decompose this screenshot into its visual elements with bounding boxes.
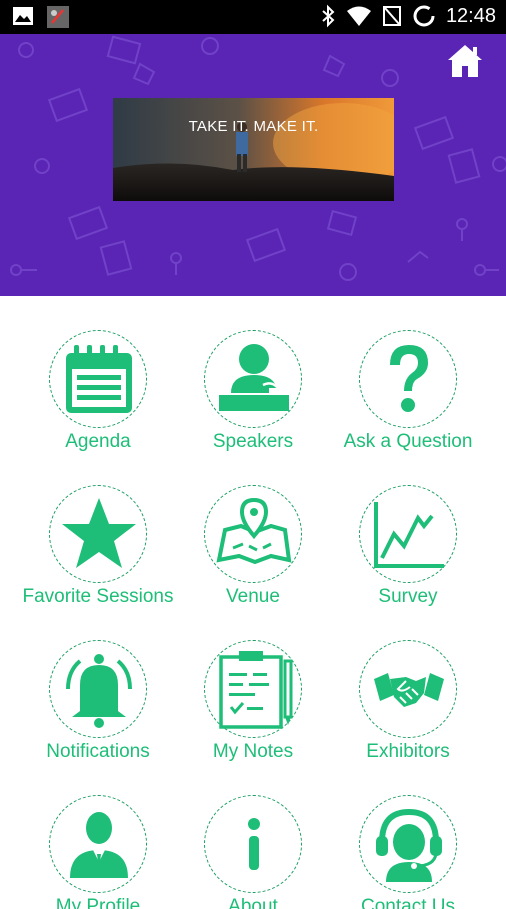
- status-time: 12:48: [445, 4, 496, 27]
- star-icon: [62, 498, 136, 568]
- banner-text: TAKE IT. MAKE IT.: [188, 118, 319, 135]
- menu-item-my-profile[interactable]: My Profile: [14, 761, 182, 909]
- banner-image: [113, 98, 394, 201]
- app-notification-icon: [47, 6, 69, 28]
- menu-item-ask-a-question[interactable]: Ask a Question: [324, 296, 492, 452]
- line-chart-icon: [374, 502, 444, 568]
- status-bar: 12:48: [0, 0, 506, 34]
- menu-item-notifications[interactable]: Notifications: [14, 606, 182, 762]
- menu-item-circle: [49, 795, 147, 893]
- menu-item-circle: [359, 640, 457, 738]
- speaker-icon: [219, 344, 289, 411]
- home-icon[interactable]: [446, 42, 484, 80]
- headset-icon: [376, 808, 442, 882]
- menu-item-survey[interactable]: Survey: [324, 451, 492, 607]
- menu-item-circle: [204, 795, 302, 893]
- loading-ring-icon: [413, 5, 435, 27]
- menu-item-label: Exhibitors: [366, 741, 450, 762]
- calendar-icon: [66, 345, 132, 413]
- menu-item-circle: [49, 330, 147, 428]
- menu-item-circle: [204, 485, 302, 583]
- menu-item-circle: [359, 485, 457, 583]
- no-signal-icon: [382, 6, 401, 26]
- menu-item-favorite-sessions[interactable]: Favorite Sessions: [14, 451, 182, 607]
- menu-item-my-notes[interactable]: My Notes: [169, 606, 337, 762]
- menu-item-exhibitors[interactable]: Exhibitors: [324, 606, 492, 762]
- menu-item-label: Ask a Question: [343, 431, 473, 452]
- menu-item-circle: [204, 330, 302, 428]
- menu-item-about[interactable]: About: [169, 761, 337, 909]
- user-icon: [70, 812, 128, 878]
- map-pin-icon: [216, 497, 292, 565]
- bluetooth-icon: [322, 4, 335, 28]
- question-icon: [390, 345, 428, 412]
- header-banner-area: TAKE IT. MAKE IT.: [0, 34, 506, 296]
- menu-item-venue[interactable]: Venue: [169, 451, 337, 607]
- menu-item-contact-us[interactable]: Contact Us: [324, 761, 492, 909]
- menu-item-circle: [359, 795, 457, 893]
- menu-item-label: Survey: [378, 586, 438, 607]
- info-icon: [248, 818, 260, 870]
- menu-item-agenda[interactable]: Agenda: [14, 296, 182, 452]
- bell-icon: [66, 654, 132, 728]
- menu-item-circle: [359, 330, 457, 428]
- menu-item-circle: [204, 640, 302, 738]
- image-icon: [13, 7, 33, 25]
- menu-item-circle: [49, 485, 147, 583]
- menu-item-circle: [49, 640, 147, 738]
- promo-banner[interactable]: TAKE IT. MAKE IT.: [113, 98, 394, 201]
- handshake-icon: [374, 673, 444, 707]
- wifi-icon: [346, 6, 371, 26]
- menu-item-label: Contact Us: [361, 896, 455, 909]
- clipboard-icon: [219, 651, 293, 729]
- menu-item-speakers[interactable]: Speakers: [169, 296, 337, 452]
